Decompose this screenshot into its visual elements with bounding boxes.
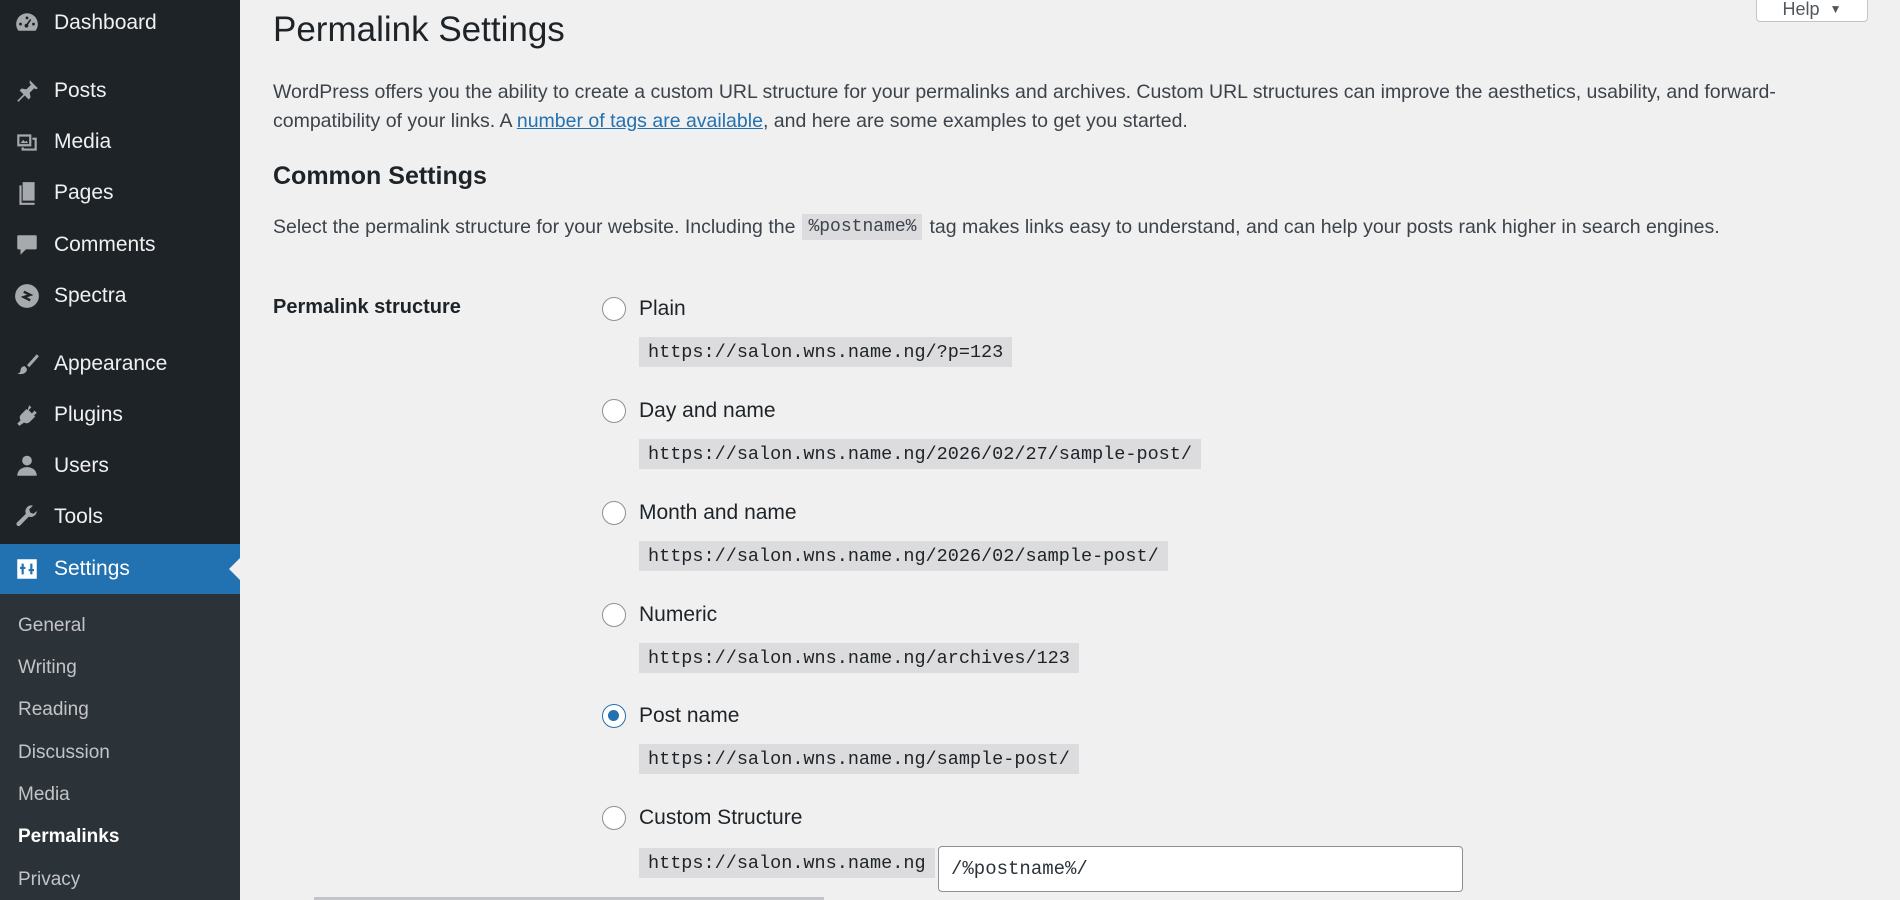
sidebar-item-label: Dashboard [54, 11, 157, 34]
option-day-and-name: Day and name https://salon.wns.name.ng/2… [602, 399, 1802, 479]
sidebar-item-comments[interactable]: Comments [0, 220, 240, 270]
submenu-media[interactable]: Media [18, 784, 70, 806]
option-custom-structure: Custom Structure https://salon.wns.name.… [602, 806, 1802, 892]
example-url: https://salon.wns.name.ng/2026/02/sample… [639, 541, 1168, 571]
submenu-discussion[interactable]: Discussion [18, 742, 110, 764]
brush-icon [12, 349, 42, 379]
sidebar-item-settings[interactable]: Settings [0, 544, 240, 594]
custom-structure-input[interactable] [938, 846, 1463, 892]
option-label[interactable]: Custom Structure [639, 806, 802, 830]
help-button-label: Help [1782, 0, 1820, 19]
section-desc-start: Select the permalink structure for your … [273, 215, 796, 238]
sidebar-item-label: Appearance [54, 352, 168, 375]
sidebar-item-media[interactable]: Media [0, 117, 240, 167]
plug-icon [12, 400, 42, 430]
wrench-icon [12, 502, 42, 532]
sidebar-item-label: Users [54, 454, 109, 477]
media-icon [12, 127, 42, 157]
radio-month-and-name[interactable] [602, 501, 626, 525]
submenu-permalinks[interactable]: Permalinks [18, 826, 119, 848]
example-url: https://salon.wns.name.ng/2026/02/27/sam… [639, 439, 1201, 469]
submenu-reading[interactable]: Reading [18, 699, 89, 721]
sidebar-item-label: Pages [54, 181, 114, 204]
sidebar-item-label: Plugins [54, 403, 123, 426]
sidebar-item-label: Comments [54, 233, 156, 256]
sidebar-item-plugins[interactable]: Plugins [0, 390, 240, 440]
sidebar-item-spectra[interactable]: Spectra [0, 271, 240, 321]
option-numeric: Numeric https://salon.wns.name.ng/archiv… [602, 603, 1802, 683]
radio-custom-structure[interactable] [602, 806, 626, 830]
option-label[interactable]: Day and name [639, 399, 776, 423]
comment-icon [12, 230, 42, 260]
postname-tag-code: %postname% [802, 214, 923, 240]
user-icon [12, 451, 42, 481]
submenu-general[interactable]: General [18, 615, 86, 637]
option-label[interactable]: Post name [639, 704, 739, 728]
sidebar-item-appearance[interactable]: Appearance [0, 339, 240, 389]
radio-post-name[interactable] [602, 704, 626, 728]
example-url: https://salon.wns.name.ng/archives/123 [639, 643, 1079, 673]
section-title: Common Settings [273, 162, 487, 190]
intro-text-end: , and here are some examples to get you … [762, 110, 1188, 132]
sidebar-item-label: Settings [54, 557, 130, 580]
sidebar-item-tools[interactable]: Tools [0, 492, 240, 542]
tags-available-link[interactable]: number of tags are available [517, 110, 763, 132]
sidebar-item-posts[interactable]: Posts [0, 66, 240, 116]
section-description: Select the permalink structure for your … [273, 214, 1720, 240]
dashboard-icon [12, 8, 42, 38]
admin-sidebar: Dashboard Posts Media Pages Comments Spe… [0, 0, 240, 900]
custom-base-url: https://salon.wns.name.ng [639, 848, 935, 878]
pin-icon [12, 76, 42, 106]
sidebar-item-label: Tools [54, 505, 104, 528]
intro-text: WordPress offers you the ability to crea… [273, 78, 1833, 136]
radio-numeric[interactable] [602, 603, 626, 627]
sidebar-item-pages[interactable]: Pages [0, 168, 240, 218]
option-label[interactable]: Numeric [639, 603, 717, 627]
page-title: Permalink Settings [273, 10, 565, 49]
radio-plain[interactable] [602, 297, 626, 321]
permalink-structure-label: Permalink structure [273, 296, 461, 318]
example-url: https://salon.wns.name.ng/sample-post/ [639, 744, 1079, 774]
radio-day-and-name[interactable] [602, 399, 626, 423]
sidebar-item-users[interactable]: Users [0, 441, 240, 491]
submenu-privacy[interactable]: Privacy [18, 869, 80, 891]
settings-icon [12, 554, 42, 584]
example-url: https://salon.wns.name.ng/?p=123 [639, 337, 1013, 367]
help-button[interactable]: Help ▼ [1756, 0, 1868, 22]
option-post-name: Post name https://salon.wns.name.ng/samp… [602, 704, 1802, 784]
option-label[interactable]: Plain [639, 297, 686, 321]
settings-submenu: General Writing Reading Discussion Media… [0, 594, 240, 900]
pages-icon [12, 178, 42, 208]
section-desc-end: tag makes links easy to understand, and … [929, 215, 1720, 238]
main-content: Help ▼ Permalink Settings WordPress offe… [240, 0, 1900, 900]
sidebar-item-label: Posts [54, 79, 107, 102]
caret-down-icon: ▼ [1829, 2, 1842, 16]
option-month-and-name: Month and name https://salon.wns.name.ng… [602, 501, 1802, 581]
sidebar-item-label: Media [54, 130, 112, 153]
spectra-icon [12, 281, 42, 311]
submenu-writing[interactable]: Writing [18, 657, 77, 679]
option-plain: Plain https://salon.wns.name.ng/?p=123 [602, 297, 1802, 377]
option-label[interactable]: Month and name [639, 501, 797, 525]
sidebar-item-label: Spectra [54, 284, 127, 307]
sidebar-item-dashboard[interactable]: Dashboard [0, 0, 240, 48]
